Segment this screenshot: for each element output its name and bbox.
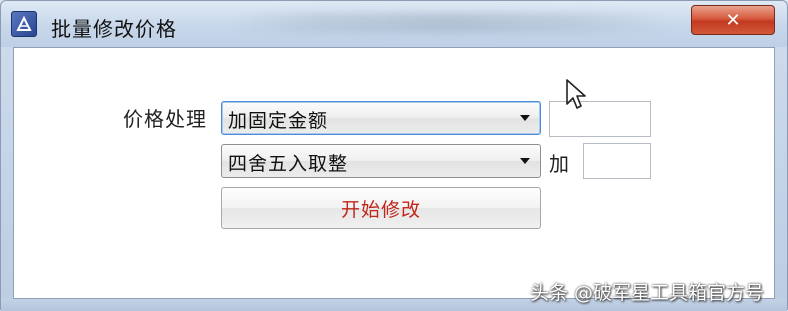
blurred-background bbox=[231, 13, 671, 33]
window-title: 批量修改价格 bbox=[51, 17, 177, 41]
app-logo-icon bbox=[11, 11, 37, 37]
price-mode-select[interactable]: 加固定金额 bbox=[221, 101, 541, 135]
price-mode-value: 加固定金额 bbox=[228, 110, 329, 132]
dialog-window: 批量修改价格 ✕ 价格处理 加固定金额 四舍五入取整 加 开始修改 bbox=[0, 0, 788, 311]
add-label: 加 bbox=[549, 152, 570, 176]
chevron-down-icon bbox=[520, 158, 530, 164]
mouse-cursor-icon bbox=[566, 79, 586, 109]
start-modify-button[interactable]: 开始修改 bbox=[221, 187, 541, 229]
watermark: 头条 @破军星工具箱官方号 bbox=[530, 282, 765, 304]
add-value-input[interactable] bbox=[583, 143, 651, 179]
title-bar[interactable]: 批量修改价格 ✕ bbox=[1, 1, 787, 47]
rounding-select[interactable]: 四舍五入取整 bbox=[221, 144, 541, 178]
price-processing-label: 价格处理 bbox=[123, 107, 207, 131]
close-icon: ✕ bbox=[725, 9, 741, 31]
chevron-down-icon bbox=[520, 115, 530, 121]
rounding-value: 四舍五入取整 bbox=[228, 153, 349, 175]
close-button[interactable]: ✕ bbox=[691, 5, 775, 35]
